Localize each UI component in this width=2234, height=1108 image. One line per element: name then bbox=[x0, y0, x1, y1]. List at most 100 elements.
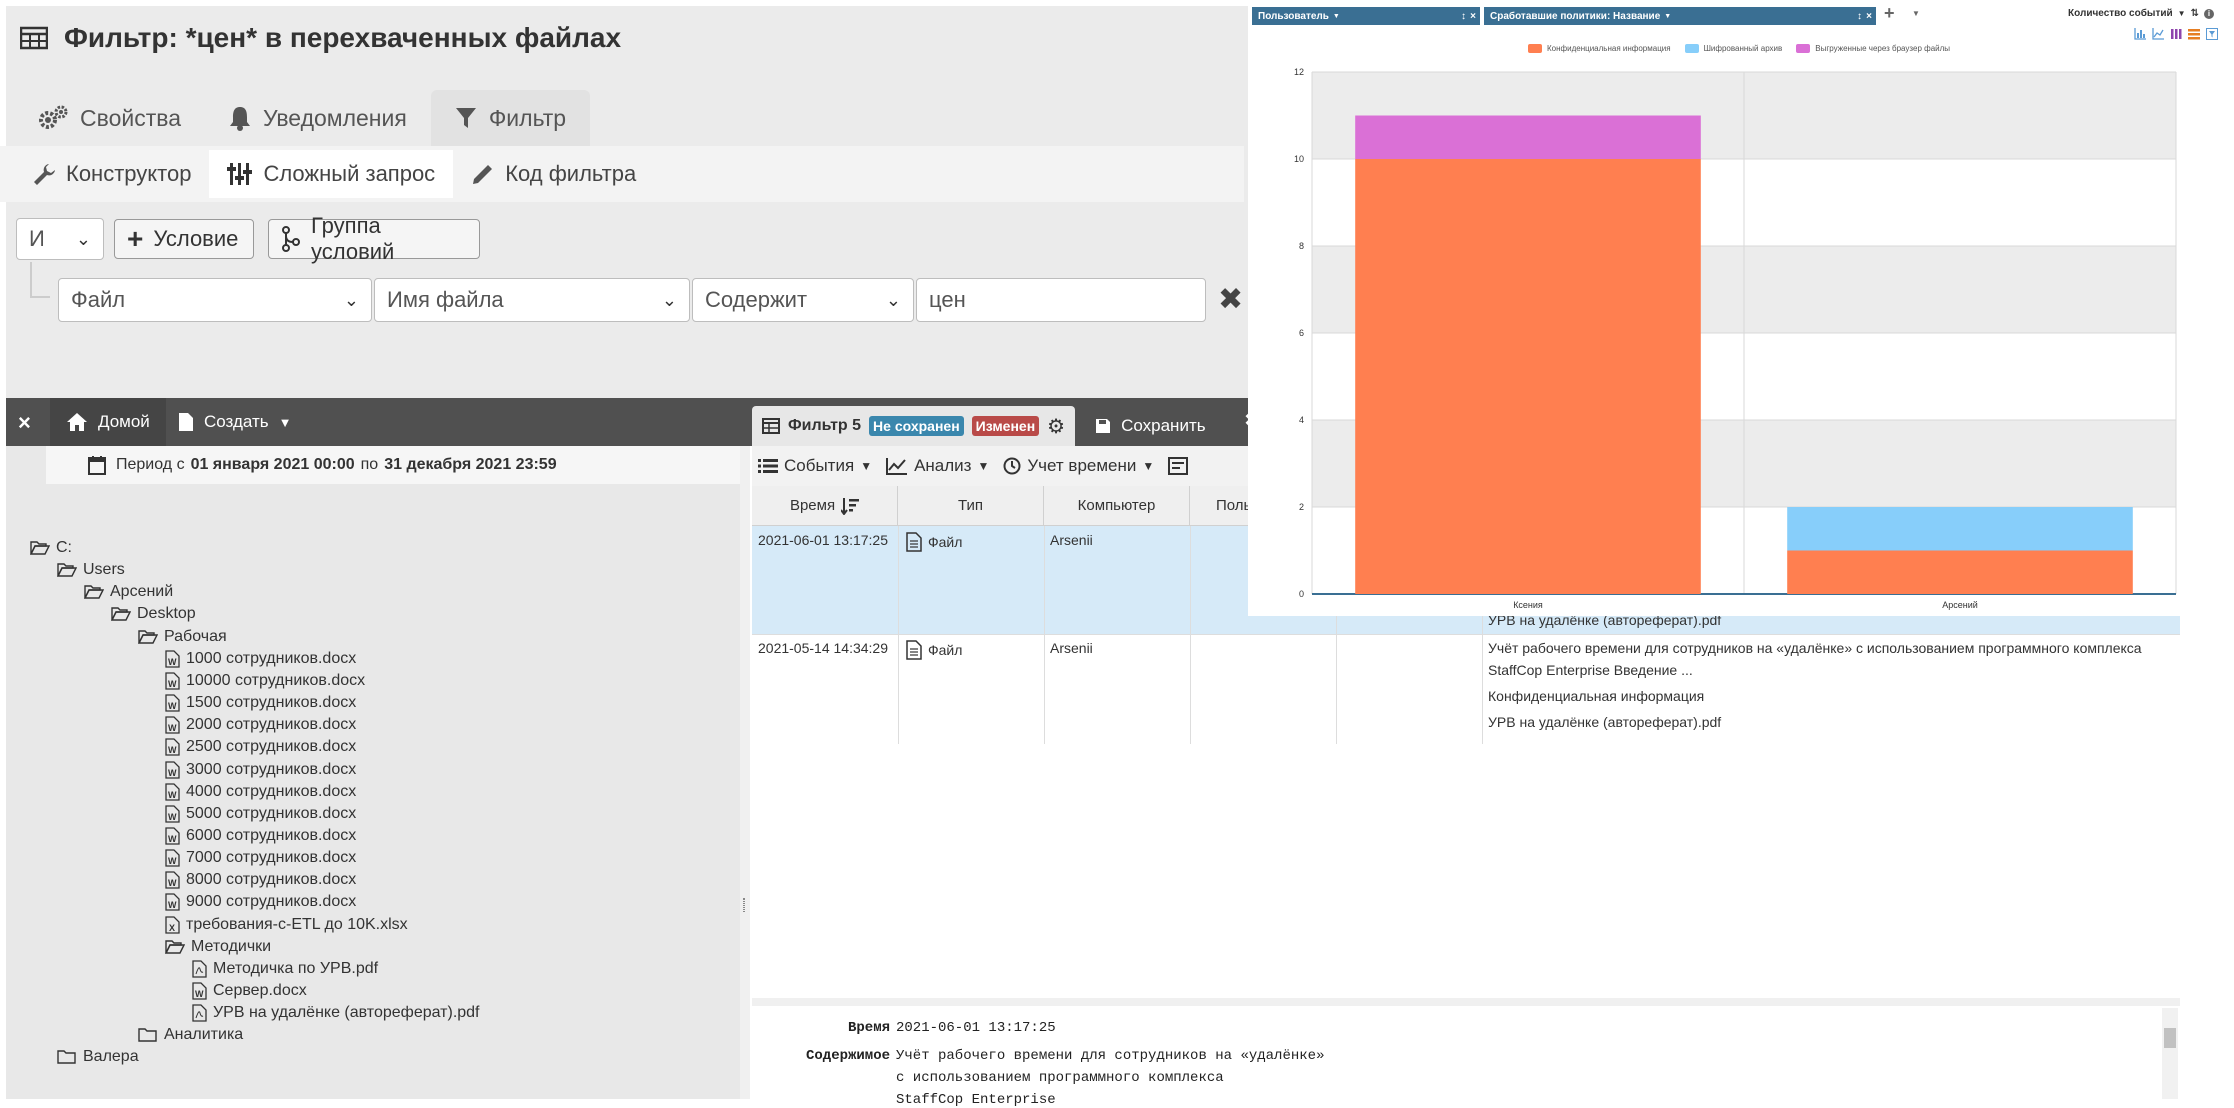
filter-title-text: Фильтр: *цен* в перехваченных файлах bbox=[64, 22, 622, 53]
horizontal-splitter[interactable] bbox=[752, 998, 2180, 1006]
save-label: Сохранить bbox=[1121, 416, 1206, 435]
filter-title: Фильтр: *цен* в перехваченных файлах bbox=[20, 22, 621, 54]
cell-details-line: УРВ на удалёнке (автореферат).pdf bbox=[1488, 714, 1722, 730]
subtab-constructor[interactable]: Конструктор bbox=[14, 150, 209, 198]
caret-down-icon: ▼ bbox=[860, 459, 873, 473]
tree-folder[interactable]: Валера bbox=[57, 1047, 139, 1067]
tab-filter-5[interactable]: Фильтр 5 Не сохранен Изменен ⚙ bbox=[752, 406, 1076, 446]
tree-folder[interactable]: Users bbox=[57, 560, 125, 580]
column-header-type[interactable]: Тип bbox=[898, 486, 1044, 526]
tree-file[interactable]: W Сервер.docx bbox=[192, 981, 307, 1001]
tree-item-label: Валера bbox=[83, 1048, 139, 1066]
svg-text:W: W bbox=[168, 790, 177, 800]
column-header-time[interactable]: Время bbox=[752, 486, 898, 526]
tree-folder[interactable]: Рабочая bbox=[138, 627, 227, 647]
tab-label: Фильтр bbox=[488, 104, 567, 131]
pencil-icon bbox=[471, 162, 495, 186]
changed-badge: Изменен bbox=[971, 416, 1040, 436]
tree-file[interactable]: W 5000 сотрудников.docx bbox=[165, 804, 356, 824]
analysis-menu[interactable]: Анализ ▼ bbox=[886, 456, 989, 476]
tree-folder[interactable]: Методички bbox=[165, 937, 271, 957]
sitemap-icon bbox=[281, 226, 301, 252]
tree-folder[interactable]: Арсений bbox=[84, 582, 173, 602]
tree-file[interactable]: W 2000 сотрудников.docx bbox=[165, 715, 356, 735]
report-icon[interactable] bbox=[1168, 457, 1189, 475]
y-tick-label: 8 bbox=[1299, 241, 1304, 251]
subtab-label: Код фильтра bbox=[505, 161, 637, 186]
document-icon bbox=[906, 532, 922, 552]
column-header-label: Компьютер bbox=[1077, 497, 1156, 514]
word-file-icon: W bbox=[165, 893, 180, 912]
logic-select[interactable]: И ⌄ bbox=[16, 218, 104, 260]
column-divider bbox=[898, 526, 899, 744]
events-menu[interactable]: События ▼ bbox=[758, 456, 872, 476]
period-to[interactable]: 31 декабря 2021 23:59 bbox=[384, 456, 556, 474]
condition-value-input[interactable]: цен bbox=[916, 278, 1206, 322]
tree-folder[interactable]: Desktop bbox=[111, 604, 196, 624]
add-condition-label: Условие bbox=[153, 226, 239, 251]
column-divider bbox=[1190, 526, 1191, 744]
period-prefix: Период с bbox=[116, 456, 185, 473]
close-panel-button[interactable]: × bbox=[18, 410, 31, 436]
tree-file[interactable]: W 8000 сотрудников.docx bbox=[165, 870, 356, 890]
add-group-button[interactable]: Группа условий bbox=[268, 213, 480, 264]
column-header-user[interactable]: Поль bbox=[1190, 486, 1251, 526]
tree-folder[interactable]: C: bbox=[30, 538, 72, 558]
list-icon bbox=[758, 458, 778, 474]
tree-file[interactable]: УРВ на удалёнке (автореферат).pdf bbox=[192, 1003, 480, 1023]
tree-file[interactable]: W 7000 сотрудников.docx bbox=[165, 848, 356, 868]
tree-file[interactable]: W 10000 сотрудников.docx bbox=[165, 671, 365, 691]
folder-open-icon bbox=[165, 939, 185, 954]
tab-notifications[interactable]: Уведомления bbox=[205, 90, 431, 146]
table-icon bbox=[20, 26, 48, 50]
column-header-computer[interactable]: Компьютер bbox=[1044, 486, 1190, 526]
condition-field-select[interactable]: Имя файла ⌄ bbox=[374, 278, 690, 322]
subtab-complex-query[interactable]: Сложный запрос bbox=[209, 150, 454, 198]
plus-icon: + bbox=[127, 223, 144, 254]
tree-item-label: 10000 сотрудников.docx bbox=[186, 671, 366, 689]
subtab-filter-code[interactable]: Код фильтра bbox=[453, 150, 654, 198]
tree-file[interactable]: W 1500 сотрудников.docx bbox=[165, 693, 356, 713]
cell-time: 2021-06-01 13:17:25 bbox=[758, 532, 888, 548]
home-icon bbox=[66, 412, 88, 432]
excel-file-icon: X bbox=[165, 915, 180, 934]
scrollbar[interactable] bbox=[2162, 1008, 2178, 1099]
scrollbar-thumb[interactable] bbox=[2164, 1028, 2176, 1048]
tab-filter[interactable]: Фильтр bbox=[430, 90, 591, 146]
create-label: Создать bbox=[204, 412, 269, 431]
tree-file[interactable]: W 2500 сотрудников.docx bbox=[165, 737, 356, 757]
tree-item-label: 3000 сотрудников.docx bbox=[186, 760, 357, 778]
home-button[interactable]: Домой bbox=[50, 398, 166, 446]
time-tracking-menu[interactable]: Учет времени ▼ bbox=[1003, 456, 1154, 476]
tree-file[interactable]: W 1000 сотрудников.docx bbox=[165, 649, 356, 669]
condition-object-select[interactable]: Файл ⌄ bbox=[58, 278, 372, 322]
tree-item-label: 5000 сотрудников.docx bbox=[186, 804, 357, 822]
filter-panel bbox=[6, 6, 1250, 398]
tree-file[interactable]: W 4000 сотрудников.docx bbox=[165, 782, 356, 802]
tree-folder[interactable]: Аналитика bbox=[138, 1025, 243, 1045]
period-bar: Период с 01 января 2021 00:00 по 31 дека… bbox=[46, 446, 740, 484]
cell-computer: Arsenii bbox=[1050, 532, 1093, 548]
time-tracking-menu-label: Учет времени bbox=[1027, 456, 1137, 475]
period-from[interactable]: 01 января 2021 00:00 bbox=[191, 456, 355, 474]
tree-file[interactable]: Методичка по УРВ.pdf bbox=[192, 959, 378, 979]
condition-operator-select[interactable]: Содержит ⌄ bbox=[692, 278, 914, 322]
clock-icon bbox=[1003, 457, 1021, 475]
tree-file[interactable]: W 3000 сотрудников.docx bbox=[165, 760, 356, 780]
add-condition-button[interactable]: + Условие bbox=[114, 219, 254, 259]
vertical-splitter[interactable] bbox=[740, 446, 750, 1099]
create-menu-button[interactable]: Создать ▼ bbox=[178, 398, 291, 446]
tree-file[interactable]: Xтребования-с-ETL до 10K.xlsx bbox=[165, 915, 408, 935]
folder-icon bbox=[57, 1050, 77, 1065]
svg-text:W: W bbox=[168, 679, 177, 689]
remove-condition-icon[interactable]: ✖ bbox=[1218, 282, 1246, 318]
svg-text:W: W bbox=[168, 834, 177, 844]
save-button[interactable]: Сохранить bbox=[1075, 406, 1219, 446]
tree-file[interactable]: W 9000 сотрудников.docx bbox=[165, 892, 356, 912]
cell-type: Файл bbox=[906, 532, 962, 552]
filter-subtabs: Конструктор Сложный запрос Код фильтра bbox=[0, 146, 1244, 202]
tree-file[interactable]: W 6000 сотрудников.docx bbox=[165, 826, 356, 846]
word-file-icon: W bbox=[165, 827, 180, 845]
tab-properties[interactable]: Свойства bbox=[14, 90, 205, 146]
gear-icon[interactable]: ⚙ bbox=[1047, 414, 1065, 439]
